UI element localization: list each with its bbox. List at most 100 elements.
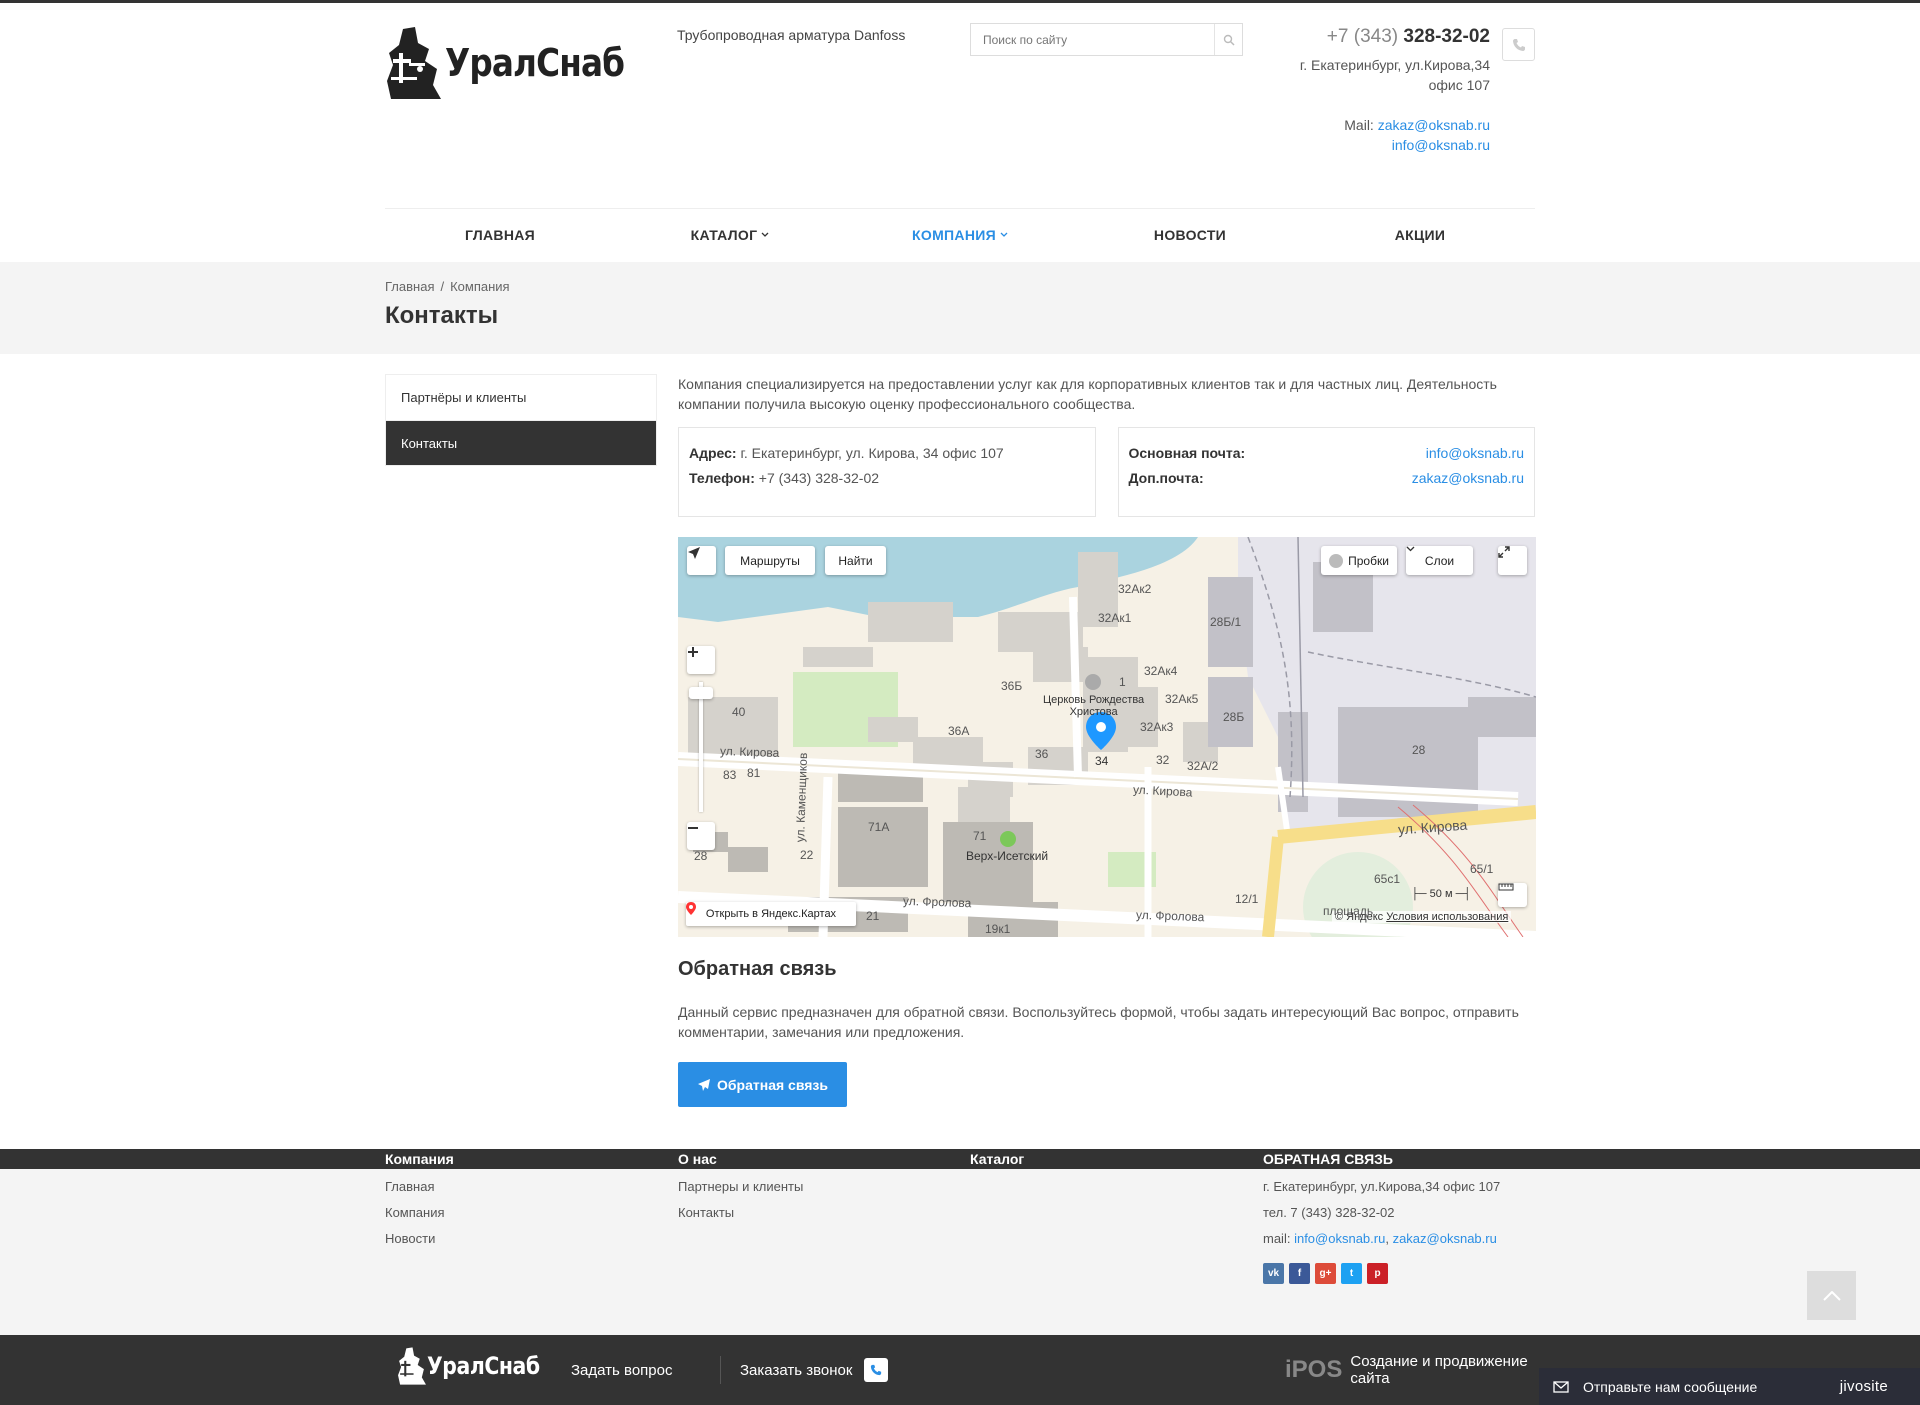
search-button[interactable] <box>1214 24 1242 55</box>
map-building-label: 28Б/1 <box>1210 615 1242 629</box>
twitter-icon[interactable]: t <box>1341 1263 1362 1284</box>
phone-icon <box>864 1358 889 1382</box>
nav-item-catalog[interactable]: КАТАЛОГ <box>615 209 845 260</box>
map-routes-button[interactable]: Маршруты <box>725 546 815 575</box>
mail-link-zakaz[interactable]: zakaz@oksnab.ru <box>1378 117 1490 133</box>
footer-link-partners[interactable]: Партнеры и клиенты <box>678 1178 803 1195</box>
map-scale: ├─ 50 м ─┤ <box>1411 888 1472 900</box>
nav-item-promo[interactable]: АКЦИИ <box>1305 209 1535 260</box>
footer-mail-label: mail: <box>1263 1231 1291 1246</box>
nav-item-company[interactable]: КОМПАНИЯ <box>845 209 1075 260</box>
map-building-label: 28 <box>1412 743 1426 757</box>
header-address-line1: г. Екатеринбург, ул.Кирова,34 <box>1299 57 1490 73</box>
mail-link-info[interactable]: info@oksnab.ru <box>1392 137 1490 153</box>
map-fullscreen-button[interactable] <box>1498 546 1527 575</box>
jivo-brand: jivosite <box>1839 1378 1888 1395</box>
footer-logo[interactable]: УралСнаб <box>397 1343 560 1389</box>
location-pin-icon <box>686 902 696 915</box>
vk-icon[interactable]: vk <box>1263 1263 1284 1284</box>
chevron-down-icon <box>1406 546 1415 552</box>
zoom-in-button[interactable] <box>687 646 715 674</box>
contact-card: Адрес: г. Екатеринбург, ул. Кирова, 34 о… <box>678 427 1096 517</box>
ruler-button[interactable] <box>1498 883 1527 907</box>
map-layers-button[interactable]: Слои <box>1406 546 1473 575</box>
address-value: г. Екатеринбург, ул. Кирова, 34 офис 107 <box>740 445 1004 461</box>
footer-link-home[interactable]: Главная <box>385 1178 454 1195</box>
footer-col-title: Каталог <box>970 1151 1025 1167</box>
main-mail-link[interactable]: info@oksnab.ru <box>1426 441 1524 466</box>
callback-phone-button[interactable] <box>1502 28 1535 61</box>
extra-mail-link[interactable]: zakaz@oksnab.ru <box>1412 466 1524 491</box>
extra-mail-label: Доп.почта: <box>1128 470 1204 486</box>
search-input[interactable] <box>971 24 1214 55</box>
ask-question-link[interactable]: Задать вопрос <box>571 1335 672 1405</box>
chevron-up-icon <box>1822 1290 1841 1301</box>
jivosite-chat-widget[interactable]: Отправьте нам сообщение jivosite <box>1539 1368 1920 1405</box>
map-terms-link[interactable]: Условия использования <box>1386 911 1508 923</box>
footer-mail-zakaz[interactable]: zakaz@oksnab.ru <box>1393 1231 1497 1246</box>
header-mail: Mail: zakaz@oksnab.ru <box>1300 115 1490 135</box>
logo[interactable]: УралСнаб <box>385 25 653 101</box>
sidebar: Партнёры и клиенты Контакты <box>385 374 657 466</box>
nav-item-home[interactable]: ГЛАВНАЯ <box>385 209 615 260</box>
map-street-label: ул. Фролова <box>1135 907 1205 925</box>
breadcrumb-separator: / <box>440 279 445 294</box>
geolocation-button[interactable] <box>687 546 716 575</box>
logo-icon <box>398 1347 426 1385</box>
scroll-to-top-button[interactable] <box>1807 1271 1856 1320</box>
map-street-label: ул. Кирова <box>719 743 780 761</box>
google-plus-icon[interactable]: g+ <box>1315 1263 1336 1284</box>
contact-cards: Адрес: г. Екатеринбург, ул. Кирова, 34 о… <box>678 427 1535 517</box>
map-traffic-button[interactable]: Пробки <box>1321 546 1397 575</box>
nav-label: НОВОСТИ <box>1153 226 1227 243</box>
map-building-label: 12/1 <box>1235 892 1259 906</box>
yandex-map[interactable]: Маршруты Найти Пробки Слои Открыть в Янд… <box>678 537 1536 937</box>
footer-col-about: О нас Партнеры и клиенты Контакты <box>678 1149 803 1221</box>
chevron-down-icon <box>761 232 769 237</box>
map-building-label: 32Ак2 <box>1118 582 1152 596</box>
nav-label: КОМПАНИЯ <box>912 226 996 243</box>
header-phone[interactable]: +7 (343) 328-32-02 <box>1300 27 1490 47</box>
footer-col-catalog: Каталог <box>970 1149 1024 1169</box>
sidebar-item-contacts[interactable]: Контакты <box>386 420 656 465</box>
logo-text: УралСнаб <box>445 41 625 85</box>
social-links: vk f g+ t p <box>1263 1263 1543 1284</box>
zoom-out-button[interactable] <box>687 822 715 850</box>
ruler-icon <box>1498 883 1514 891</box>
sidebar-item-partners[interactable]: Партнёры и клиенты <box>386 375 656 420</box>
breadcrumb-home[interactable]: Главная <box>385 279 434 294</box>
breadcrumb-current[interactable]: Компания <box>450 279 510 294</box>
feedback-button-label: Обратная связь <box>717 1076 828 1093</box>
map-building-label: 32Ак3 <box>1140 720 1174 734</box>
traffic-icon <box>1329 553 1344 568</box>
open-in-yandex-link[interactable]: Открыть в Яндекс.Картах <box>686 902 856 926</box>
jivo-message-text: Отправьте нам сообщение <box>1583 1378 1758 1395</box>
zoom-slider-track[interactable] <box>699 682 703 812</box>
footer-link-company[interactable]: Компания <box>385 1204 454 1221</box>
map-building-label: 83 <box>723 768 737 782</box>
phone-code: +7 (343) <box>1326 26 1399 47</box>
facebook-icon[interactable]: f <box>1289 1263 1310 1284</box>
plus-icon <box>688 647 698 657</box>
map-place-label: площадь <box>1323 904 1374 918</box>
footer: Компания Главная Компания Новости О нас … <box>0 1149 1920 1335</box>
map-street-label: ул. Фролова <box>902 893 972 911</box>
traffic-label: Пробки <box>1348 553 1389 568</box>
footer-mail-info[interactable]: info@oksnab.ru <box>1294 1231 1385 1246</box>
pinterest-icon[interactable]: p <box>1367 1263 1388 1284</box>
map-building-label: 21 <box>866 909 880 923</box>
map-building-label: 36Б <box>1001 679 1023 693</box>
feedback-button[interactable]: Обратная связь <box>678 1062 847 1107</box>
nav-item-news[interactable]: НОВОСТИ <box>1075 209 1305 260</box>
footer-link-news[interactable]: Новости <box>385 1230 454 1247</box>
intro-text: Компания специализируется на предоставле… <box>678 376 1497 412</box>
ipos-credit[interactable]: iPOS Создание и продвижение сайта <box>1285 1335 1535 1405</box>
navigation-arrow-icon <box>688 547 700 559</box>
order-call-link[interactable]: Заказать звонок <box>740 1335 889 1405</box>
header-address-line2: офис 107 <box>1428 77 1490 93</box>
zoom-slider-handle[interactable] <box>689 687 713 699</box>
footer-link-contacts[interactable]: Контакты <box>678 1204 803 1221</box>
minus-icon <box>688 827 698 829</box>
footer-logo-text: УралСнаб <box>427 1352 540 1380</box>
map-find-button[interactable]: Найти <box>825 546 886 575</box>
